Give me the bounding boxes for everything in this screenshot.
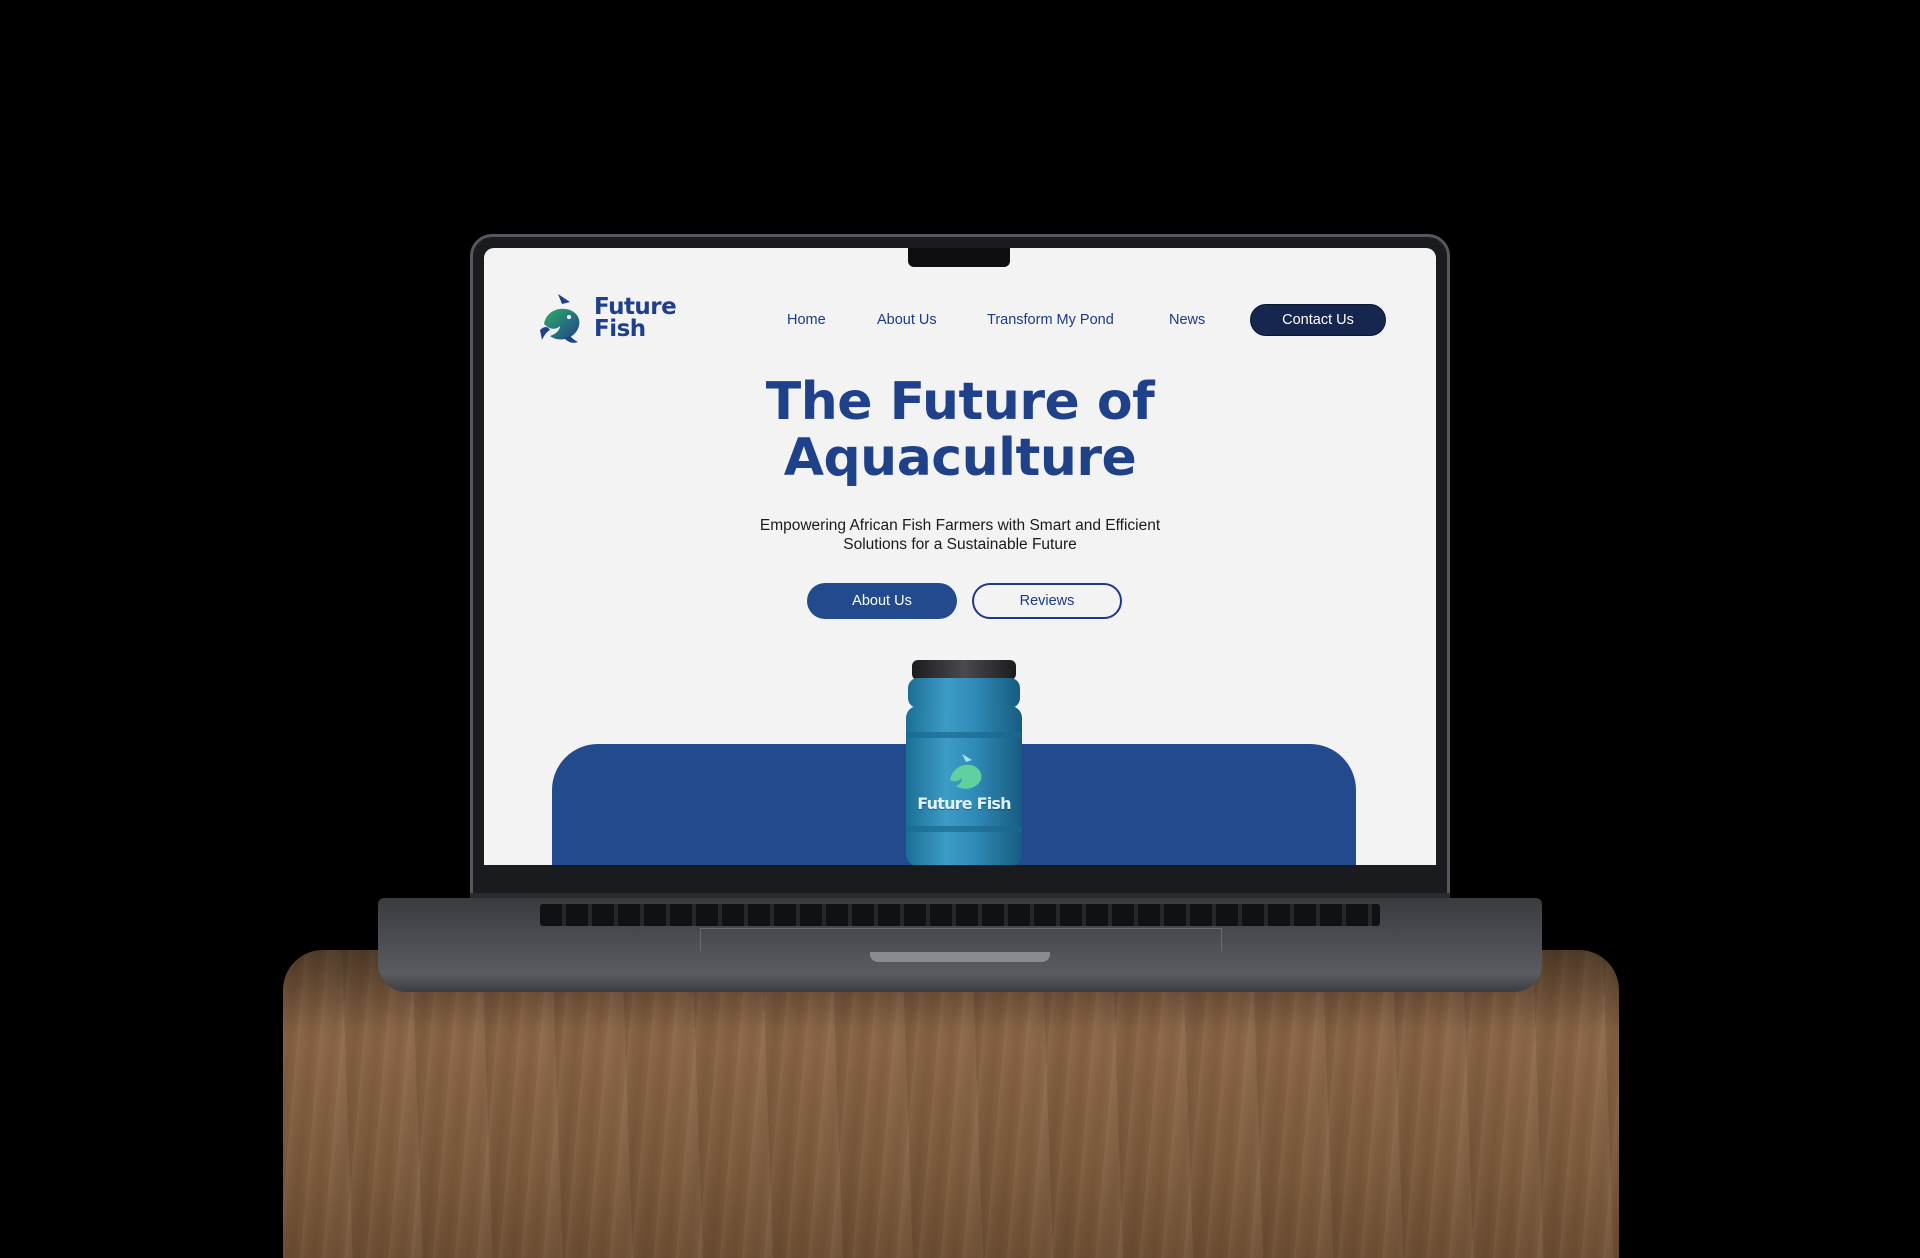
camera-notch bbox=[908, 248, 1010, 267]
nav-item-news[interactable]: News bbox=[1169, 312, 1205, 328]
nav-item-transform-my-pond[interactable]: Transform My Pond bbox=[987, 312, 1114, 328]
reviews-button[interactable]: Reviews bbox=[972, 583, 1122, 619]
laptop-front-notch bbox=[870, 952, 1050, 962]
hero-subtitle-line2: Solutions for a Sustainable Future bbox=[843, 536, 1077, 553]
nav-item-home[interactable]: Home bbox=[787, 312, 826, 328]
laptop-keyboard bbox=[540, 904, 1380, 926]
product-tank: Future Fish bbox=[898, 658, 1030, 865]
hero-title-line1: The Future of bbox=[765, 372, 1155, 432]
hero-title-line2: Aquaculture bbox=[783, 428, 1137, 488]
hero-subtitle-line1: Empowering African Fish Farmers with Sma… bbox=[759, 517, 1161, 534]
laptop-screen: Future Fish Home About Us Transform My P… bbox=[484, 248, 1436, 865]
hero-title: The Future of Aquaculture bbox=[484, 374, 1436, 486]
nav-item-about-us[interactable]: About Us bbox=[877, 312, 937, 328]
tank-illustration bbox=[906, 660, 1022, 865]
mockup-scene: Future Fish Home About Us Transform My P… bbox=[0, 0, 1920, 1258]
contact-us-button[interactable]: Contact Us bbox=[1250, 304, 1386, 336]
about-us-button[interactable]: About Us bbox=[807, 583, 957, 619]
hero-subtitle: Empowering African Fish Farmers with Sma… bbox=[484, 516, 1436, 554]
laptop-trackpad bbox=[700, 928, 1222, 951]
tank-brand-label: Future Fish bbox=[917, 794, 1011, 813]
